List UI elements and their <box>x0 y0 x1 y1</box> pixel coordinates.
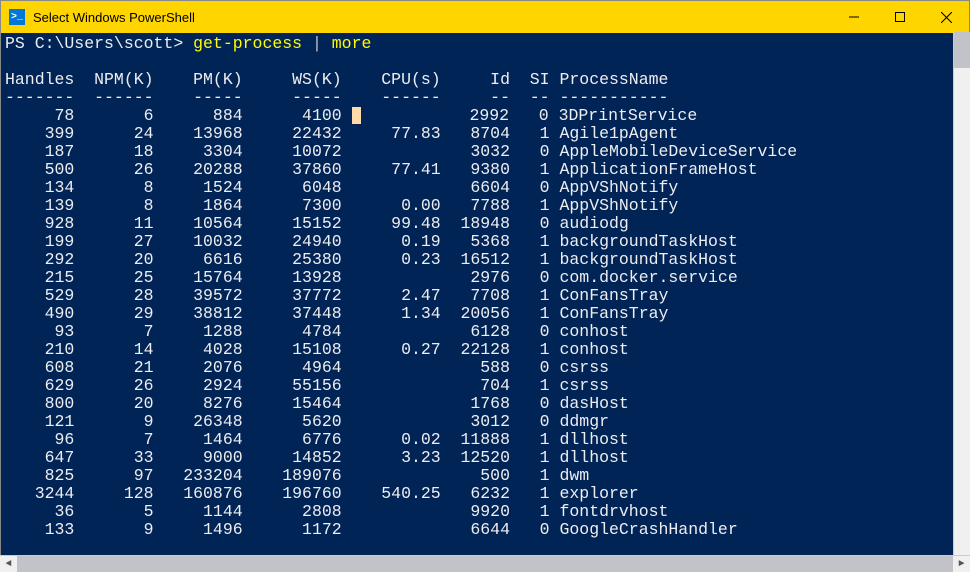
process-row: 199 27 10032 24940 0.19 5368 1 backgroun… <box>5 233 965 251</box>
process-row: 93 7 1288 4784 6128 0 conhost <box>5 323 965 341</box>
scroll-left-arrow[interactable]: ◄ <box>0 556 17 573</box>
command-getprocess: get-process <box>193 34 302 53</box>
process-row: 629 26 2924 55156 704 1 csrss <box>5 377 965 395</box>
pipe-operator: | <box>302 34 332 53</box>
process-row: 490 29 38812 37448 1.34 20056 1 ConFansT… <box>5 305 965 323</box>
titlebar[interactable]: >_ Select Windows PowerShell <box>1 1 969 33</box>
process-row: 399 24 13968 22432 77.83 8704 1 Agile1pA… <box>5 125 965 143</box>
process-row: 139 8 1864 7300 0.00 7788 1 AppVShNotify <box>5 197 965 215</box>
process-row: 121 9 26348 5620 3012 0 ddmgr <box>5 413 965 431</box>
process-row: 928 11 10564 15152 99.48 18948 0 audiodg <box>5 215 965 233</box>
process-row: 529 28 39572 37772 2.47 7708 1 ConFansTr… <box>5 287 965 305</box>
process-row: 134 8 1524 6048 6604 0 AppVShNotify <box>5 179 965 197</box>
process-row: 608 21 2076 4964 588 0 csrss <box>5 359 965 377</box>
process-row: 215 25 15764 13928 2976 0 com.docker.ser… <box>5 269 965 287</box>
close-button[interactable] <box>923 1 969 33</box>
row-right: 2992 0 3DPrintService <box>361 106 698 125</box>
horizontal-scroll-thumb[interactable] <box>17 556 953 572</box>
process-row: 292 20 6616 25380 0.23 16512 1 backgroun… <box>5 251 965 269</box>
horizontal-scroll-track[interactable] <box>17 556 953 572</box>
column-headers: Handles NPM(K) PM(K) WS(K) CPU(s) Id SI … <box>5 71 965 89</box>
process-row: 825 97 233204 189076 500 1 dwm <box>5 467 965 485</box>
process-row: 800 20 8276 15464 1768 0 dasHost <box>5 395 965 413</box>
process-row: 647 33 9000 14852 3.23 12520 1 dllhost <box>5 449 965 467</box>
powershell-icon: >_ <box>9 9 25 25</box>
process-row: 3244 128 160876 196760 540.25 6232 1 exp… <box>5 485 965 503</box>
window-title: Select Windows PowerShell <box>33 10 831 25</box>
scroll-right-arrow[interactable]: ► <box>953 556 970 573</box>
vertical-scroll-thumb[interactable] <box>954 32 970 68</box>
process-row: 500 26 20288 37860 77.41 9380 1 Applicat… <box>5 161 965 179</box>
row-left: 78 6 884 4100 <box>5 106 352 125</box>
vertical-scrollbar[interactable] <box>953 32 970 555</box>
process-row: 210 14 4028 15108 0.27 22128 1 conhost <box>5 341 965 359</box>
header-divider: ------- ------ ----- ----- ------ -- -- … <box>5 89 965 107</box>
process-row: 187 18 3304 10072 3032 0 AppleMobileDevi… <box>5 143 965 161</box>
text-cursor <box>352 107 361 124</box>
horizontal-scrollbar[interactable]: ◄ ► <box>0 555 970 572</box>
process-row: 133 9 1496 1172 6644 0 GoogleCrashHandle… <box>5 521 965 539</box>
prompt-line: PS C:\Users\scott> get-process | more <box>5 35 965 53</box>
window-controls <box>831 1 969 33</box>
blank-line <box>5 53 965 71</box>
maximize-button[interactable] <box>877 1 923 33</box>
command-more: more <box>332 34 372 53</box>
prompt-path: PS C:\Users\scott> <box>5 34 193 53</box>
process-row: 96 7 1464 6776 0.02 11888 1 dllhost <box>5 431 965 449</box>
process-row: 36 5 1144 2808 9920 1 fontdrvhost <box>5 503 965 521</box>
process-row: 78 6 884 4100 2992 0 3DPrintService <box>5 107 965 125</box>
minimize-button[interactable] <box>831 1 877 33</box>
console-output[interactable]: PS C:\Users\scott> get-process | more Ha… <box>1 33 969 571</box>
powershell-window: >_ Select Windows PowerShell PS C:\Users… <box>0 0 970 572</box>
